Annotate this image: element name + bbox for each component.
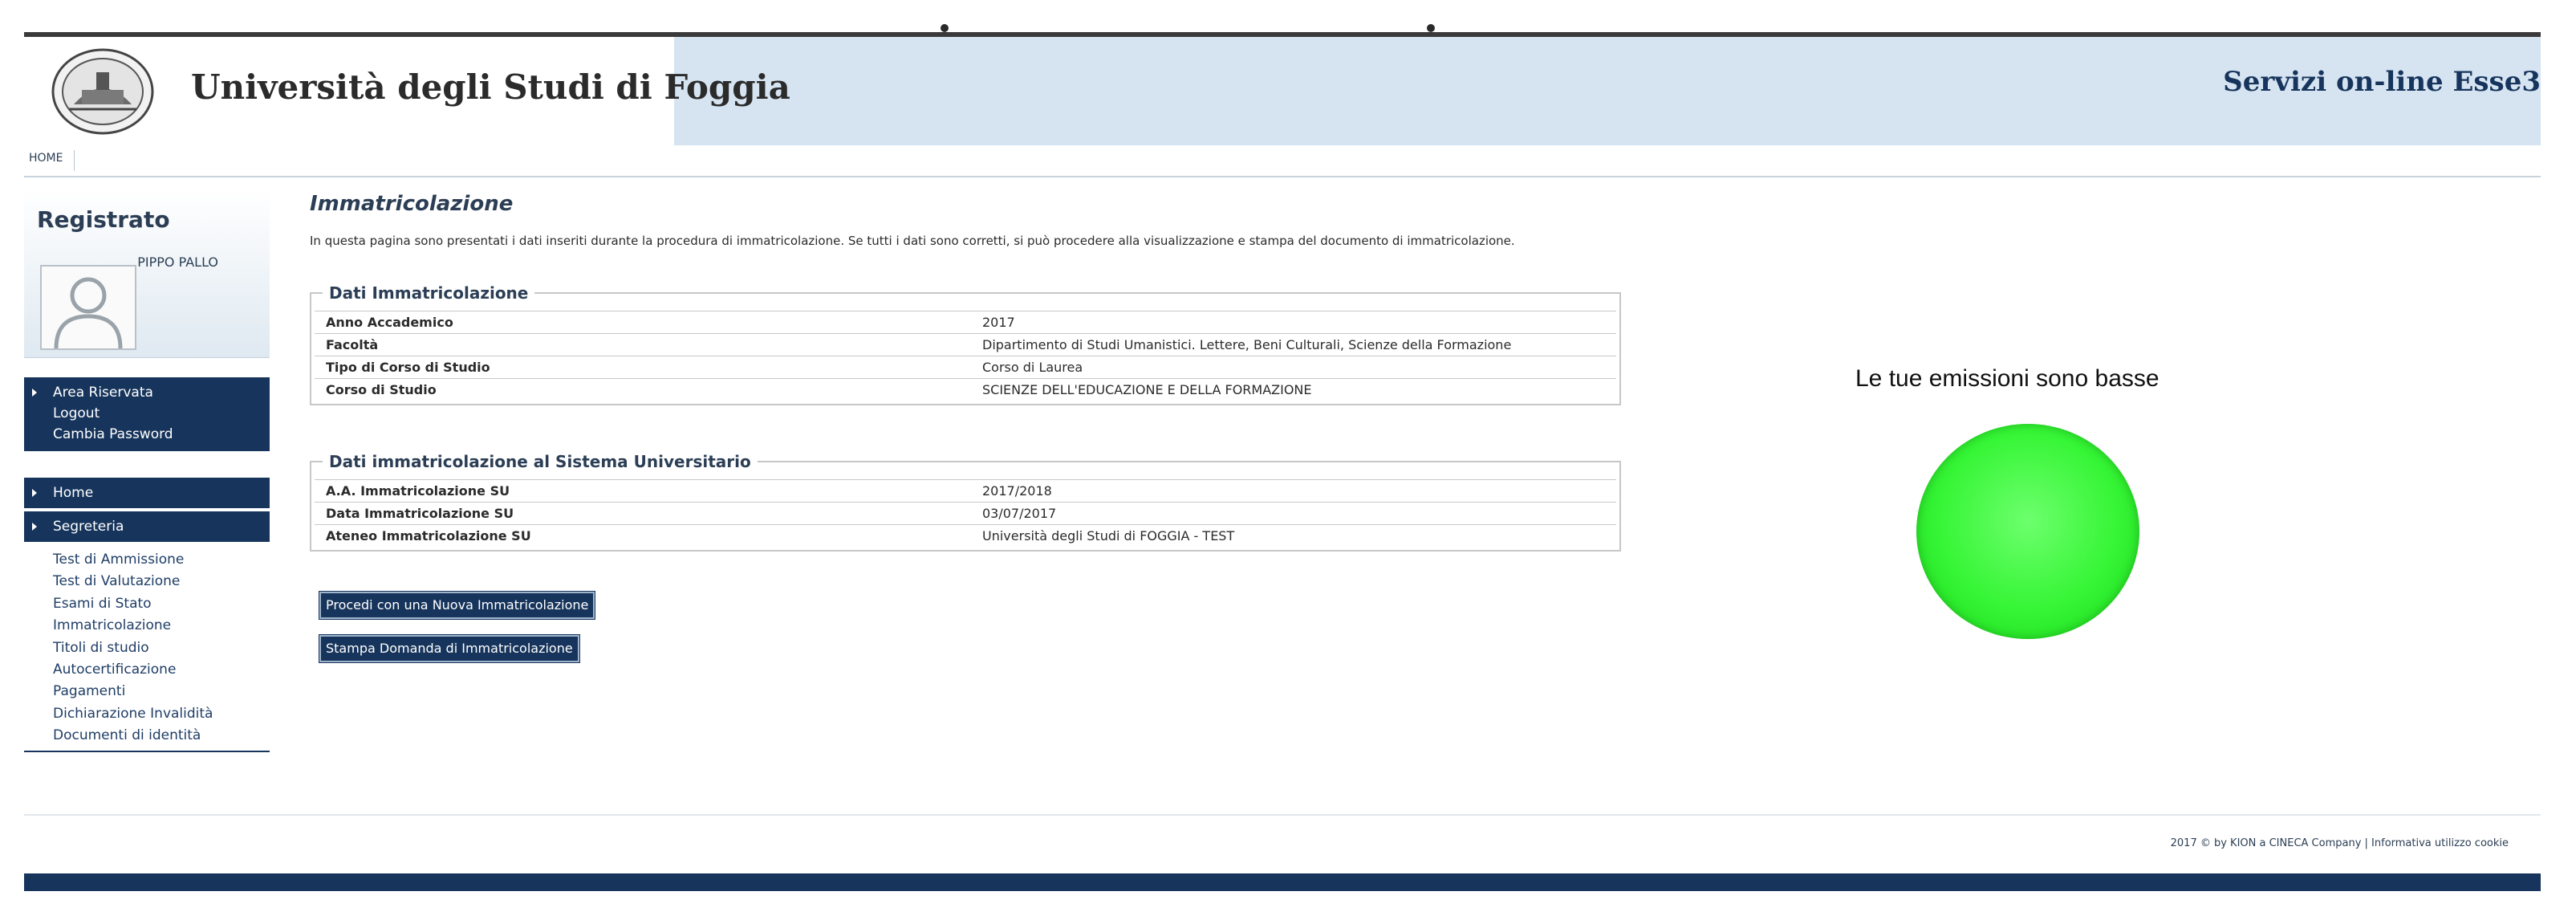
footer-divider [24, 814, 2541, 816]
table-row: Data Immatricolazione SU 03/07/2017 [315, 502, 1616, 525]
sidebar-item-label: Home [53, 485, 94, 501]
university-system-section: Dati immatricolazione al Sistema Univers… [310, 452, 1621, 552]
avatar [40, 265, 136, 350]
top-marker [1427, 24, 1435, 32]
row-label: Facoltà [315, 333, 971, 356]
row-label: A.A. Immatricolazione SU [315, 479, 971, 503]
footer-text[interactable]: 2017 © by KION a CINECA Company | Inform… [2171, 837, 2509, 849]
segreteria-submenu: Test di Ammissione Test di Valutazione E… [24, 549, 270, 752]
submenu-item[interactable]: Pagamenti [24, 681, 270, 702]
submenu-item[interactable]: Dichiarazione Invalidità [24, 703, 270, 725]
sidebar-item-area-riservata[interactable]: Area Riservata [24, 382, 270, 403]
university-system-table: A.A. Immatricolazione SU 2017/2018 Data I… [315, 479, 1616, 547]
table-row: Tipo di Corso di Studio Corso di Laurea [315, 356, 1616, 379]
chevron-right-icon [32, 523, 37, 531]
sidebar-item-label: Segreteria [53, 519, 124, 535]
row-value: SCIENZE DELL'EDUCAZIONE E DELLA FORMAZIO… [971, 378, 1616, 401]
row-label: Tipo di Corso di Studio [315, 356, 971, 379]
section-legend: Dati Immatricolazione [329, 283, 529, 303]
footer-bar [24, 873, 2541, 891]
row-value: Dipartimento di Studi Umanistici. Letter… [971, 333, 1616, 356]
submenu-item[interactable]: Autocertificazione [24, 659, 270, 681]
table-row: Corso di Studio SCIENZE DELL'EDUCAZIONE E… [315, 378, 1616, 401]
services-title: Servizi on-line Esse3 [2223, 66, 2541, 98]
university-seal-icon[interactable] [50, 48, 156, 135]
submenu-item[interactable]: Titoli di studio [24, 637, 270, 659]
row-value: 2017 [971, 311, 1616, 334]
chevron-right-icon [32, 489, 37, 497]
row-label: Data Immatricolazione SU [315, 502, 971, 525]
row-label: Anno Accademico [315, 311, 971, 334]
new-enrollment-button[interactable]: Procedi con una Nuova Immatricolazione [319, 592, 595, 619]
emissions-status-text: Le tue emissioni sono basse [1855, 365, 2160, 392]
row-value: 03/07/2017 [971, 502, 1616, 525]
breadcrumb-bar: HOME [24, 145, 2541, 177]
submenu-item[interactable]: Documenti di identità [24, 725, 270, 747]
user-name: PIPPO PALLO [137, 254, 218, 270]
sidebar-item-label: Area Riservata [53, 385, 153, 401]
user-silhouette-icon [54, 277, 123, 348]
table-row: Ateneo Immatricolazione SU Università deg… [315, 524, 1616, 547]
enrollment-table: Anno Accademico 2017 Facoltà Dipartimento … [315, 311, 1616, 401]
sidebar-item-cambia-password[interactable]: Cambia Password [24, 424, 270, 445]
area-riservata-block: Area Riservata Logout Cambia Password [24, 377, 270, 451]
chevron-right-icon [32, 389, 37, 397]
intro-text: In questa pagina sono presentati i dati … [310, 234, 1515, 248]
sidebar-item-home[interactable]: Home [24, 478, 270, 508]
sidebar-item-label: Cambia Password [53, 426, 173, 442]
row-value: 2017/2018 [971, 479, 1616, 503]
sidebar-item-segreteria[interactable]: Segreteria [24, 511, 270, 542]
row-label: Ateneo Immatricolazione SU [315, 524, 971, 547]
table-row: A.A. Immatricolazione SU 2017/2018 [315, 479, 1616, 503]
row-value: Università degli Studi di FOGGIA - TEST [971, 524, 1616, 547]
table-row: Anno Accademico 2017 [315, 311, 1616, 334]
top-marker [941, 24, 949, 32]
sidebar-item-logout[interactable]: Logout [24, 403, 270, 424]
university-title[interactable]: Università degli Studi di Foggia [191, 67, 790, 107]
user-box: Registrato PIPPO PALLO [24, 189, 270, 358]
submenu-item[interactable]: Test di Valutazione [24, 571, 270, 592]
logo-area: Università degli Studi di Foggia [24, 37, 790, 145]
emissions-indicator [1916, 424, 2139, 639]
row-label: Corso di Studio [315, 378, 971, 401]
home-block: Home [24, 478, 270, 508]
segreteria-block: Segreteria [24, 511, 270, 542]
table-row: Facoltà Dipartimento di Studi Umanistici.… [315, 333, 1616, 356]
print-application-button[interactable]: Stampa Domanda di Immatricolazione [319, 635, 579, 662]
submenu-item[interactable]: Esami di Stato [24, 593, 270, 615]
submenu-item[interactable]: Test di Ammissione [24, 549, 270, 571]
submenu-item[interactable]: Immatricolazione [24, 615, 270, 637]
site-header: Università degli Studi di Foggia Servizi… [24, 37, 2541, 145]
user-box-title: Registrato [37, 206, 170, 233]
nav-home-link[interactable]: HOME [29, 150, 75, 171]
row-value: Corso di Laurea [971, 356, 1616, 379]
sidebar-item-label: Logout [53, 405, 100, 421]
page-title: Immatricolazione [310, 192, 514, 216]
enrollment-data-section: Dati Immatricolazione Anno Accademico 201… [310, 283, 1621, 405]
section-legend: Dati immatricolazione al Sistema Univers… [329, 452, 751, 471]
